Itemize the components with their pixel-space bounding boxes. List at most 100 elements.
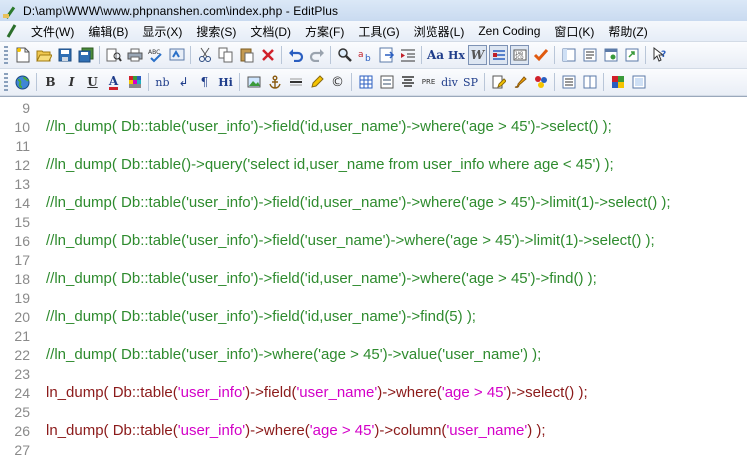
windows-icon bbox=[611, 76, 624, 88]
spell-check-button[interactable]: ABC bbox=[146, 45, 165, 65]
find-button[interactable] bbox=[335, 45, 354, 65]
window-button[interactable] bbox=[622, 45, 641, 65]
code-line[interactable]: 25 bbox=[0, 402, 747, 421]
menu-view[interactable]: 显示(X) bbox=[135, 23, 189, 40]
html-panel-button[interactable] bbox=[559, 72, 578, 92]
code-line[interactable]: 23 bbox=[0, 364, 747, 383]
code-line[interactable]: 10 //ln_dump( Db::table('user_info')->fie… bbox=[0, 117, 747, 136]
cliptext-button[interactable] bbox=[580, 45, 599, 65]
toolbar-separator bbox=[239, 73, 240, 91]
indent-button[interactable] bbox=[398, 45, 417, 65]
browser-button[interactable] bbox=[601, 45, 620, 65]
div-button[interactable]: div bbox=[440, 72, 459, 92]
word-wrap-button[interactable]: W bbox=[468, 45, 487, 65]
code-line[interactable]: 27 bbox=[0, 440, 747, 459]
anchor-button[interactable] bbox=[265, 72, 284, 92]
menu-document[interactable]: 文档(D) bbox=[243, 23, 298, 40]
redo-button[interactable] bbox=[307, 45, 326, 65]
replace-button[interactable]: ab bbox=[356, 45, 375, 65]
toolbar-grip[interactable] bbox=[4, 46, 8, 64]
comment-button[interactable] bbox=[307, 72, 326, 92]
italic-button[interactable]: I bbox=[62, 72, 81, 92]
menu-help[interactable]: 帮助(Z) bbox=[601, 23, 654, 40]
center-button[interactable] bbox=[398, 72, 417, 92]
code-line[interactable]: 11 bbox=[0, 136, 747, 155]
code-text: //ln_dump( Db::table('user_info')->field… bbox=[46, 308, 476, 325]
goto-button[interactable] bbox=[377, 45, 396, 65]
menu-edit[interactable]: 编辑(B) bbox=[81, 23, 135, 40]
pre-button[interactable]: PRE bbox=[419, 72, 438, 92]
toolbar-grip[interactable] bbox=[4, 73, 8, 91]
ftp-button[interactable] bbox=[167, 45, 186, 65]
undo-button[interactable] bbox=[286, 45, 305, 65]
check-button[interactable] bbox=[531, 45, 550, 65]
table-button[interactable] bbox=[356, 72, 375, 92]
bold-button[interactable]: B bbox=[41, 72, 60, 92]
ruler-button[interactable]: 1AB 2CD bbox=[510, 45, 529, 65]
nbsp-button[interactable]: nb bbox=[153, 72, 172, 92]
paste-button[interactable] bbox=[237, 45, 256, 65]
horizontal-rule-button[interactable] bbox=[286, 72, 305, 92]
code-line[interactable]: 17 bbox=[0, 250, 747, 269]
code-text: //ln_dump( Db::table('user_info')->field… bbox=[46, 118, 612, 135]
image-icon bbox=[247, 76, 260, 88]
code-line[interactable]: 21 bbox=[0, 326, 747, 345]
delete-button[interactable] bbox=[258, 45, 277, 65]
heading-button[interactable]: Hi bbox=[216, 72, 235, 92]
save-all-button[interactable] bbox=[76, 45, 95, 65]
directory-panel-button[interactable] bbox=[559, 45, 578, 65]
span-button[interactable]: SP bbox=[461, 72, 480, 92]
open-button[interactable] bbox=[34, 45, 53, 65]
menu-zen-coding[interactable]: Zen Coding bbox=[471, 24, 547, 38]
fullscreen-button[interactable] bbox=[629, 72, 648, 92]
code-text: //ln_dump( Db::table('user_info')->where… bbox=[46, 346, 541, 363]
palette-button[interactable] bbox=[531, 72, 550, 92]
code-line[interactable]: 26 ln_dump( Db::table('user_info')->where… bbox=[0, 421, 747, 440]
code-line[interactable]: 18 //ln_dump( Db::table('user_info')->fie… bbox=[0, 269, 747, 288]
menu-window[interactable]: 窗口(K) bbox=[547, 23, 601, 40]
svg-text:ABC: ABC bbox=[148, 49, 160, 56]
font-color-button[interactable]: A bbox=[104, 72, 123, 92]
edit-tag-button[interactable] bbox=[489, 72, 508, 92]
split-view-button[interactable] bbox=[580, 72, 599, 92]
font-button[interactable]: Aa bbox=[426, 45, 445, 65]
code-line[interactable]: 14 //ln_dump( Db::table('user_info')->fie… bbox=[0, 193, 747, 212]
code-line[interactable]: 20 //ln_dump( Db::table('user_info')->fie… bbox=[0, 307, 747, 326]
code-line[interactable]: 15 bbox=[0, 212, 747, 231]
code-line[interactable]: 12 //ln_dump( Db::table()->query('select … bbox=[0, 155, 747, 174]
code-line[interactable]: 19 bbox=[0, 288, 747, 307]
image-button[interactable] bbox=[244, 72, 263, 92]
browser-preview-button[interactable] bbox=[13, 72, 32, 92]
print-preview-button[interactable] bbox=[104, 45, 123, 65]
style-button[interactable] bbox=[510, 72, 529, 92]
code-line[interactable]: 24 ln_dump( Db::table('user_info')->field… bbox=[0, 383, 747, 402]
code-line[interactable]: 22 //ln_dump( Db::table('user_info')->whe… bbox=[0, 345, 747, 364]
new-file-button[interactable] bbox=[13, 45, 32, 65]
print-button[interactable] bbox=[125, 45, 144, 65]
toolbar-options-button[interactable] bbox=[608, 72, 627, 92]
paragraph-button[interactable]: ¶ bbox=[195, 72, 214, 92]
underline-button[interactable]: U bbox=[83, 72, 102, 92]
print-icon bbox=[127, 48, 142, 62]
menu-project[interactable]: 方案(F) bbox=[298, 23, 351, 40]
cut-button[interactable] bbox=[195, 45, 214, 65]
split-view-icon bbox=[583, 75, 596, 89]
code-line[interactable]: 16 //ln_dump( Db::table('user_info')->fie… bbox=[0, 231, 747, 250]
pencil-icon bbox=[310, 75, 324, 88]
context-help-button[interactable]: ? bbox=[650, 45, 669, 65]
save-button[interactable] bbox=[55, 45, 74, 65]
menu-search[interactable]: 搜索(S) bbox=[189, 23, 243, 40]
hex-view-button[interactable]: Hx bbox=[447, 45, 466, 65]
color-palette-button[interactable] bbox=[125, 72, 144, 92]
form-button[interactable] bbox=[377, 72, 396, 92]
menu-tools[interactable]: 工具(G) bbox=[351, 23, 406, 40]
copy-button[interactable] bbox=[216, 45, 235, 65]
special-char-button[interactable]: © bbox=[328, 72, 347, 92]
code-line[interactable]: 13 bbox=[0, 174, 747, 193]
line-break-button[interactable]: ↲ bbox=[174, 72, 193, 92]
line-number-button[interactable] bbox=[489, 45, 508, 65]
code-line[interactable]: 9 bbox=[0, 98, 747, 117]
menu-file[interactable]: 文件(W) bbox=[24, 23, 81, 40]
menu-browser[interactable]: 浏览器(L) bbox=[407, 23, 472, 40]
code-editor[interactable]: 9 10//ln_dump( Db::table('user_info')->fi… bbox=[0, 96, 747, 459]
